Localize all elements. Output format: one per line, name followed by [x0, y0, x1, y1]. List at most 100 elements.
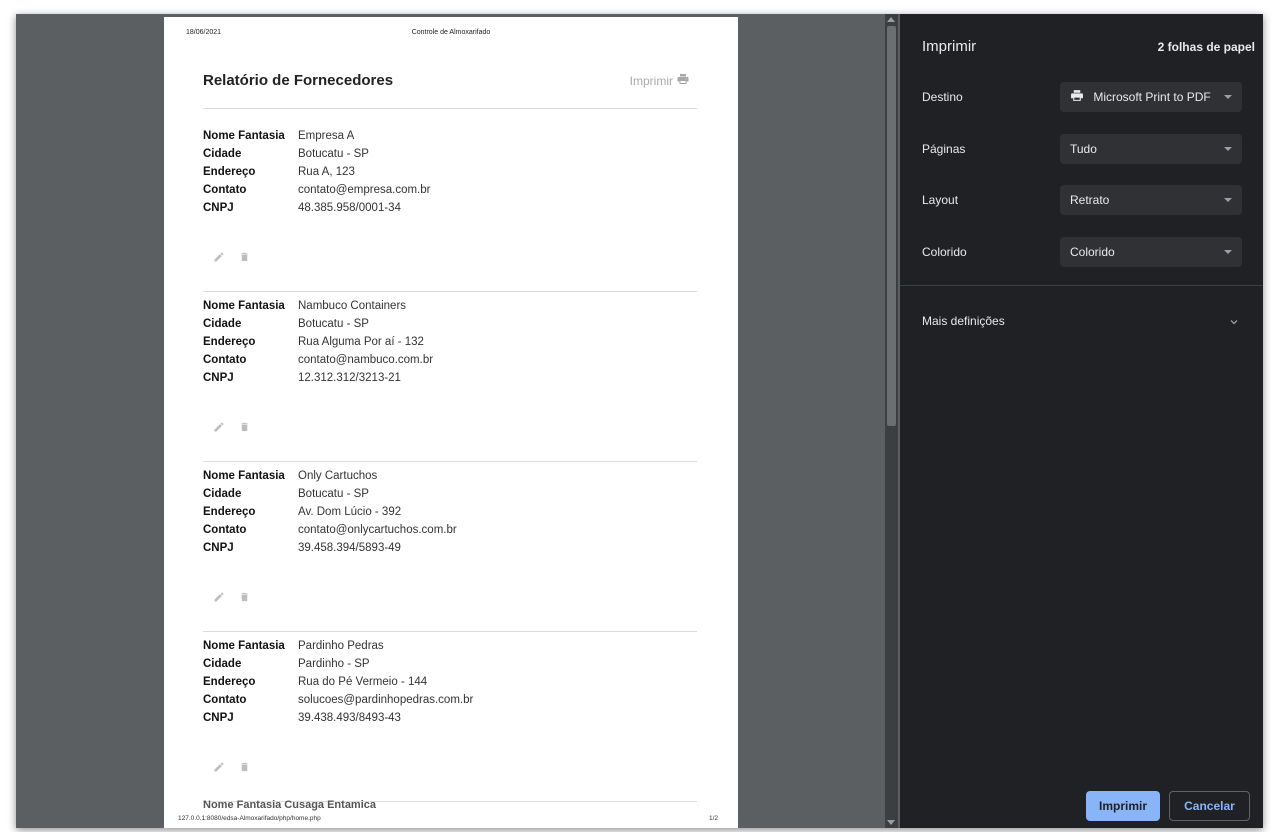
print-preview-window: 18/06/2021 Controle de Almoxarifado Rela…	[16, 14, 1263, 828]
field-value: contato@onlycartuchos.com.br	[298, 524, 457, 536]
field-label: Contato	[203, 184, 247, 196]
destination-select[interactable]: Microsoft Print to PDF	[1060, 82, 1242, 112]
paper-page: 18/06/2021 Controle de Almoxarifado Rela…	[164, 17, 738, 828]
color-value: Colorido	[1070, 245, 1115, 259]
field-value: contato@empresa.com.br	[298, 184, 431, 196]
trash-icon[interactable]	[239, 250, 250, 268]
field-value: Rua Alguma Por aí - 132	[298, 336, 424, 348]
field-label: Endereço	[203, 166, 256, 178]
pencil-icon[interactable]	[213, 250, 225, 268]
print-page-title: Controle de Almoxarifado	[411, 29, 491, 36]
field-label: Endereço	[203, 506, 256, 518]
preview-scrollbar[interactable]	[885, 14, 898, 828]
chevron-down-icon	[1224, 95, 1232, 99]
supplier-record: Nome Fantasia Pardinho Pedras Cidade Par…	[203, 632, 697, 802]
field-label: Cidade	[203, 488, 242, 500]
print-footer: 127.0.0.1:8080/edsa-Almoxarifado/php/hom…	[164, 814, 738, 828]
trash-icon[interactable]	[239, 420, 250, 438]
pages-select[interactable]: Tudo	[1060, 134, 1242, 164]
field-label: Nome Fantasia	[203, 130, 285, 142]
field-value: Rua A, 123	[298, 166, 355, 178]
report-title: Relatório de Fornecedores	[203, 72, 394, 89]
chevron-down-icon	[1224, 147, 1232, 151]
field-label: CNPJ	[203, 202, 234, 214]
scrollbar-thumb[interactable]	[887, 26, 896, 426]
field-value: Pardinho Pedras	[298, 640, 384, 652]
pencil-icon[interactable]	[213, 590, 225, 608]
color-select[interactable]: Colorido	[1060, 237, 1242, 267]
field-label: Contato	[203, 694, 247, 706]
field-value: 12.312.312/3213-21	[298, 372, 401, 384]
record-actions	[213, 420, 250, 438]
destination-value: Microsoft Print to PDF	[1093, 90, 1211, 104]
field-value: Botucatu - SP	[298, 488, 369, 500]
field-label: Cidade	[203, 318, 242, 330]
field-value: solucoes@pardinhopedras.com.br	[298, 694, 474, 706]
field-value: Botucatu - SP	[298, 318, 369, 330]
field-value: Av. Dom Lúcio - 392	[298, 506, 402, 518]
field-value: contato@nambuco.com.br	[298, 354, 434, 366]
field-label: CNPJ	[203, 542, 234, 554]
record-actions	[213, 760, 250, 778]
pencil-icon[interactable]	[213, 760, 225, 778]
record-actions	[213, 590, 250, 608]
field-label: Endereço	[203, 336, 256, 348]
field-label: Cidade	[203, 658, 242, 670]
record-actions	[213, 250, 250, 268]
chevron-down-icon	[1224, 198, 1232, 202]
print-header: 18/06/2021 Controle de Almoxarifado	[186, 29, 716, 39]
printer-icon	[1070, 83, 1084, 113]
field-value: Nambuco Containers	[298, 300, 407, 312]
field-label: Contato	[203, 354, 247, 366]
destination-label: Destino	[922, 90, 963, 104]
print-settings-panel: Imprimir 2 folhas de papel Destino Micro…	[900, 14, 1263, 828]
printer-icon	[677, 73, 689, 88]
field-value: 39.438.493/8493-43	[298, 712, 401, 724]
report-header: Relatório de Fornecedores Imprimir	[203, 69, 697, 109]
print-link[interactable]: Imprimir	[630, 73, 689, 88]
pages-value: Tudo	[1070, 142, 1097, 156]
chevron-down-icon	[1228, 316, 1240, 331]
chevron-down-icon	[1224, 250, 1232, 254]
layout-label: Layout	[922, 193, 959, 207]
print-button[interactable]: Imprimir	[1086, 791, 1160, 821]
layout-value: Retrato	[1070, 193, 1110, 207]
field-label: CNPJ	[203, 712, 234, 724]
print-footer-url: 127.0.0.1:8080/edsa-Almoxarifado/php/hom…	[178, 815, 321, 822]
supplier-record: Nome Fantasia Empresa A Cidade Botucatu …	[203, 122, 697, 292]
color-label: Colorido	[922, 245, 967, 259]
supplier-record: Nome Fantasia Only Cartuchos Cidade Botu…	[203, 462, 697, 632]
field-label: Cidade	[203, 148, 242, 160]
scroll-up-icon[interactable]	[887, 17, 895, 22]
scroll-down-icon[interactable]	[887, 820, 895, 825]
pages-label: Páginas	[922, 142, 966, 156]
field-value: Rua do Pé Vermeio - 144	[298, 676, 428, 688]
panel-divider	[900, 285, 1263, 286]
print-link-label: Imprimir	[629, 73, 673, 88]
field-value: 48.385.958/0001-34	[298, 202, 401, 214]
supplier-record: Nome Fantasia Nambuco Containers Cidade …	[203, 292, 697, 462]
field-value: Botucatu - SP	[298, 148, 369, 160]
more-settings-label: Mais definições	[922, 314, 1005, 328]
field-value: Pardinho - SP	[298, 658, 370, 670]
trash-icon[interactable]	[239, 590, 250, 608]
field-label: Contato	[203, 524, 247, 536]
cancel-button[interactable]: Cancelar	[1169, 791, 1250, 821]
field-label: Nome Fantasia	[203, 300, 285, 312]
field-label: Nome Fantasia	[203, 640, 285, 652]
field-label: Endereço	[203, 676, 256, 688]
preview-area: 18/06/2021 Controle de Almoxarifado Rela…	[16, 14, 900, 828]
truncated-record: Nome Fantasia Cusaga Entamica	[203, 799, 377, 811]
sheet-count: 2 folhas de papel	[1157, 40, 1255, 54]
panel-title: Imprimir	[922, 38, 977, 55]
trash-icon[interactable]	[239, 760, 250, 778]
field-value: 39.458.394/5893-49	[298, 542, 401, 554]
more-settings-toggle[interactable]: Mais definições	[922, 314, 1242, 334]
field-label: Nome Fantasia	[203, 470, 285, 482]
field-value: Empresa A	[298, 130, 355, 142]
layout-select[interactable]: Retrato	[1060, 185, 1242, 215]
field-value: Only Cartuchos	[298, 470, 378, 482]
print-footer-page: 1/2	[708, 815, 718, 822]
pencil-icon[interactable]	[213, 420, 225, 438]
field-label: CNPJ	[203, 372, 234, 384]
